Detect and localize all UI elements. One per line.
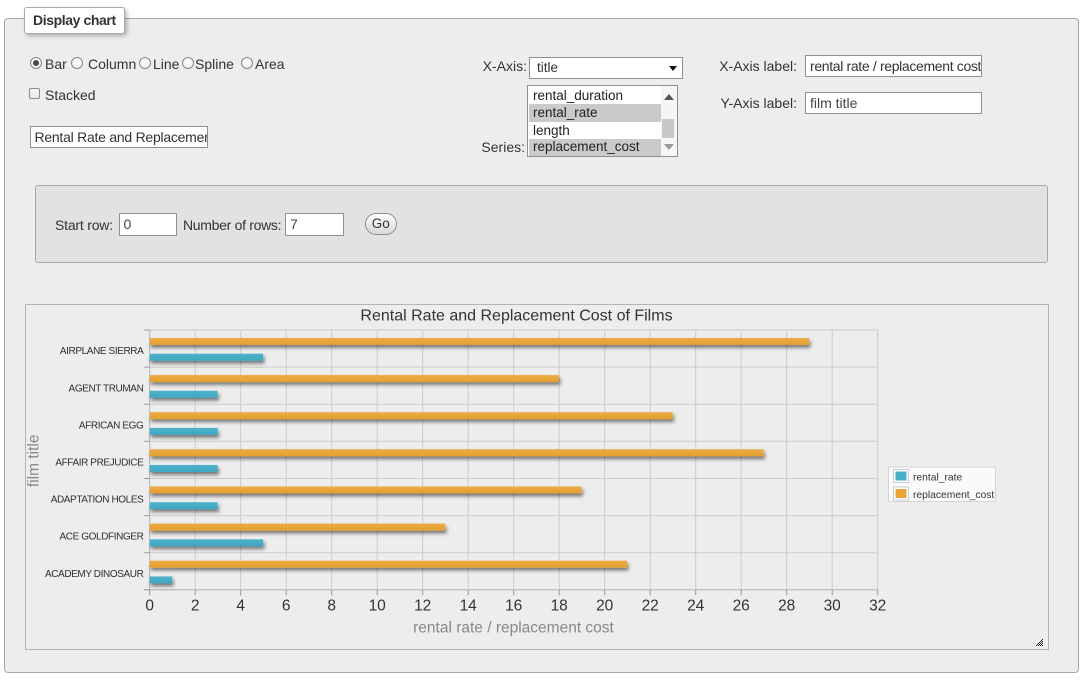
svg-text:16: 16 — [505, 598, 522, 615]
svg-text:film title: film title — [26, 435, 43, 488]
svg-text:replacement_cost: replacement_cost — [913, 490, 994, 501]
svg-text:26: 26 — [732, 598, 749, 615]
svg-text:AGENT TRUMAN: AGENT TRUMAN — [68, 383, 143, 394]
svg-text:ACE GOLDFINGER: ACE GOLDFINGER — [59, 532, 143, 543]
svg-text:4: 4 — [236, 598, 245, 615]
svg-text:24: 24 — [687, 598, 705, 615]
svg-text:30: 30 — [823, 598, 841, 615]
svg-text:Rental Rate and Replacement Co: Rental Rate and Replacement Cost of Film… — [360, 308, 672, 325]
svg-text:28: 28 — [778, 598, 795, 615]
svg-text:8: 8 — [327, 598, 336, 615]
svg-text:rental_rate: rental_rate — [913, 473, 963, 484]
svg-text:18: 18 — [550, 598, 567, 615]
svg-text:14: 14 — [459, 598, 477, 615]
svg-text:0: 0 — [145, 598, 154, 615]
svg-text:20: 20 — [596, 598, 614, 615]
svg-text:rental rate / replacement cost: rental rate / replacement cost — [413, 619, 614, 636]
svg-text:AIRPLANE SIERRA: AIRPLANE SIERRA — [59, 346, 143, 357]
svg-text:2: 2 — [190, 598, 199, 615]
svg-text:AFRICAN EGG: AFRICAN EGG — [78, 420, 143, 431]
svg-text:12: 12 — [414, 598, 431, 615]
svg-text:ACADEMY DINOSAUR: ACADEMY DINOSAUR — [44, 569, 143, 580]
svg-text:6: 6 — [281, 598, 290, 615]
svg-text:10: 10 — [368, 598, 386, 615]
svg-text:AFFAIR PREJUDICE: AFFAIR PREJUDICE — [55, 458, 144, 469]
svg-text:ADAPTATION HOLES: ADAPTATION HOLES — [50, 495, 143, 506]
svg-text:22: 22 — [641, 598, 658, 615]
svg-text:32: 32 — [869, 598, 886, 615]
